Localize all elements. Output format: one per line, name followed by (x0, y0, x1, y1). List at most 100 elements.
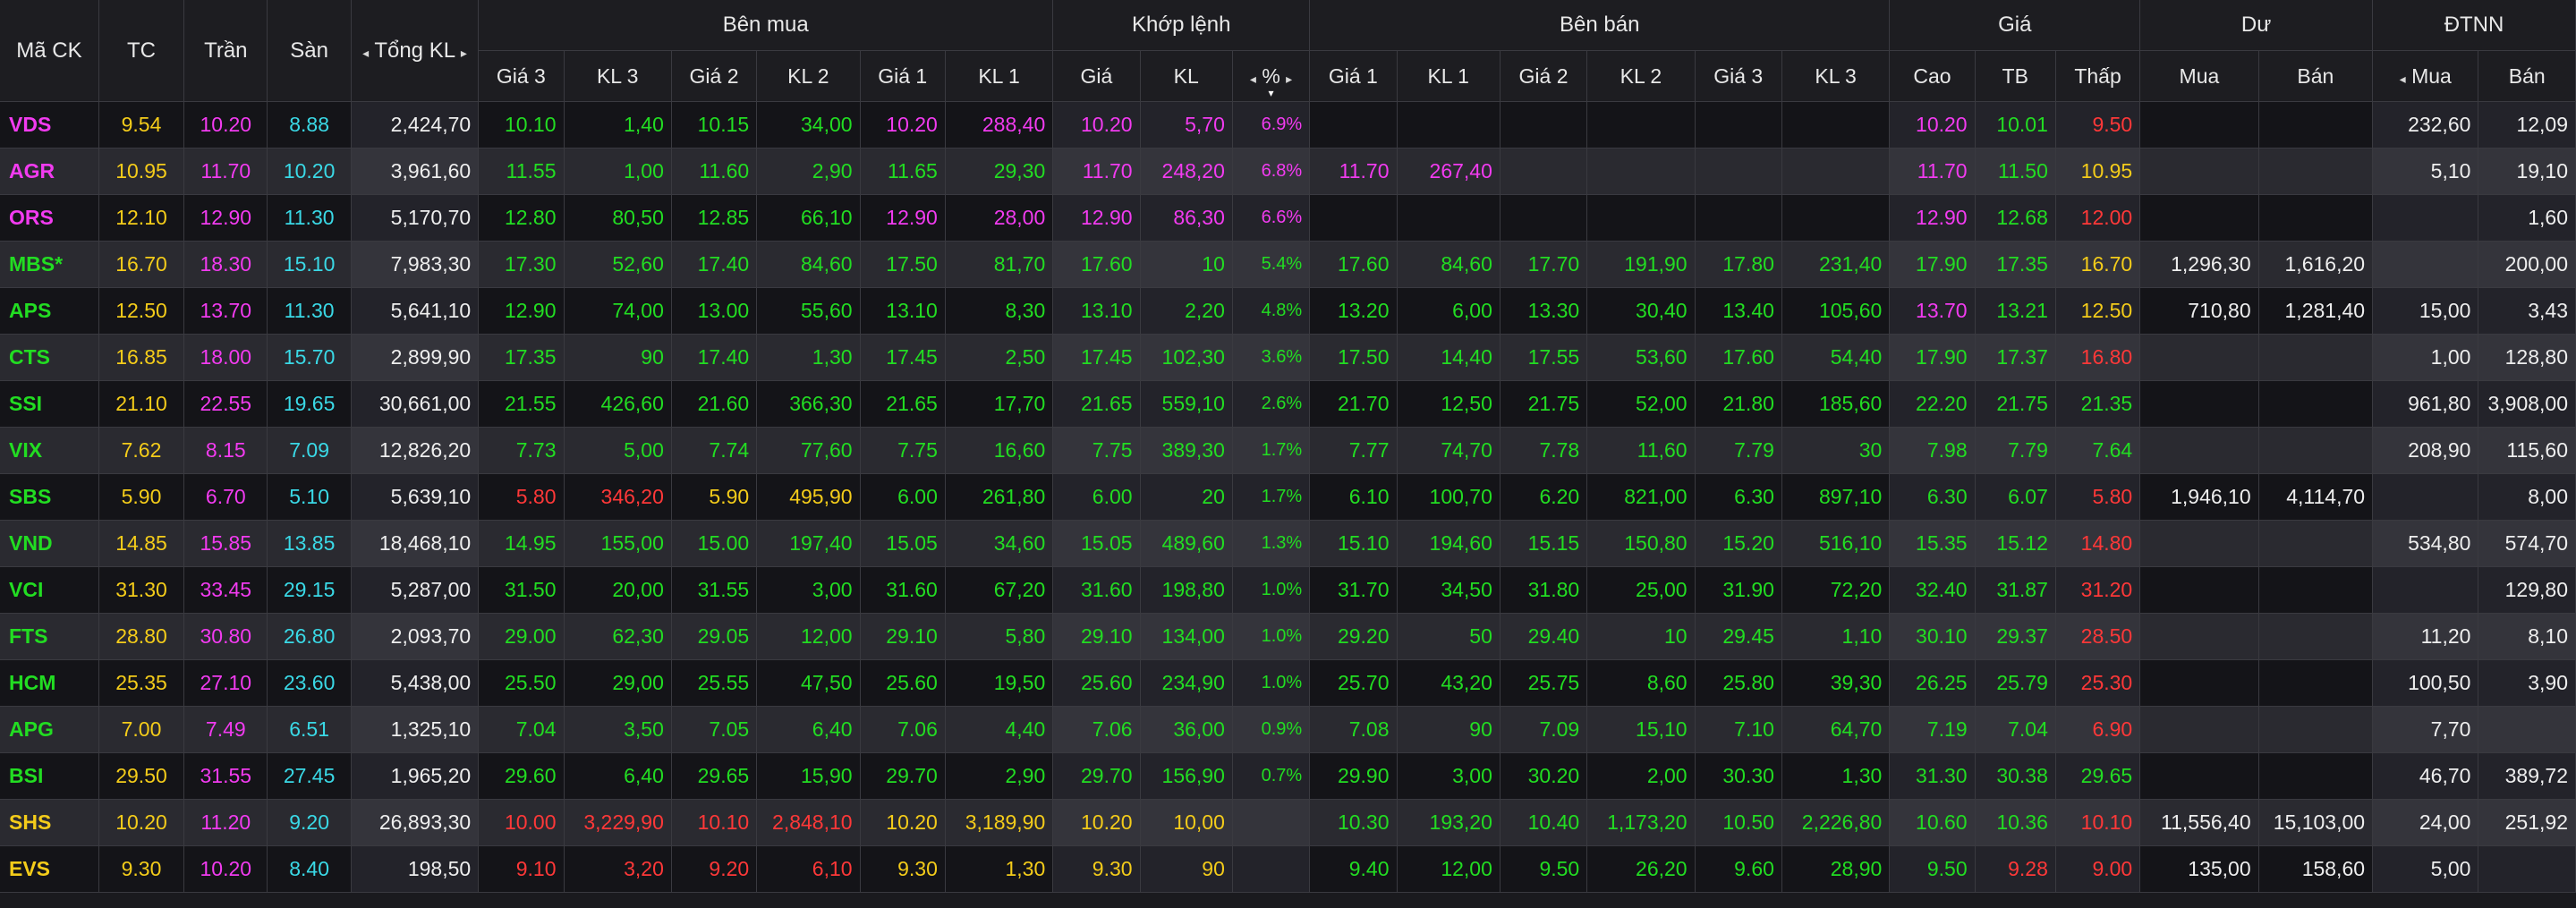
bid-cell[interactable]: 12,00 (756, 613, 861, 660)
bid-cell[interactable]: 17,70 (945, 380, 1054, 428)
header-buy-col[interactable]: KL 2 (756, 50, 861, 102)
header-sell-col[interactable]: KL 3 (1781, 50, 1891, 102)
ask-cell[interactable] (1781, 101, 1891, 149)
ask-cell[interactable]: 9.40 (1309, 845, 1398, 893)
symbol-cell[interactable]: CTS (0, 334, 99, 381)
ask-cell[interactable]: 52,00 (1586, 380, 1696, 428)
ask-cell[interactable]: 1,10 (1781, 613, 1891, 660)
table-row[interactable]: APS 12.50 13.70 11.30 5,641,10 12.90 74,00 13.0… (0, 287, 2576, 335)
ask-cell[interactable]: 10.40 (1500, 799, 1588, 846)
ask-cell[interactable]: 10.30 (1309, 799, 1398, 846)
bid-cell[interactable]: 29.70 (860, 752, 946, 800)
header-floor[interactable]: Sàn (267, 0, 352, 102)
ask-cell[interactable]: 25.75 (1500, 659, 1588, 707)
bid-cell[interactable]: 6,40 (564, 752, 672, 800)
table-row[interactable]: EVS 9.30 10.20 8.40 198,50 9.10 3,20 9.20 6,10 9.… (0, 845, 2576, 893)
header-match-col[interactable]: ◂ % ▸ ▾ (1232, 50, 1311, 102)
ask-cell[interactable] (1586, 148, 1696, 195)
ask-cell[interactable]: 191,90 (1586, 241, 1696, 288)
ask-cell[interactable]: 25,00 (1586, 566, 1696, 614)
bid-cell[interactable]: 3,229,90 (564, 799, 672, 846)
bid-cell[interactable]: 17.30 (478, 241, 565, 288)
ask-cell[interactable]: 43,20 (1397, 659, 1501, 707)
bid-cell[interactable]: 17.40 (671, 334, 758, 381)
symbol-cell[interactable]: BSI (0, 752, 99, 800)
bid-cell[interactable]: 7.74 (671, 427, 758, 474)
ask-cell[interactable]: 2,00 (1586, 752, 1696, 800)
ask-cell[interactable] (1695, 101, 1782, 149)
ask-cell[interactable]: 54,40 (1781, 334, 1891, 381)
ask-cell[interactable]: 7.09 (1500, 706, 1588, 753)
header-price-col[interactable]: Cao (1889, 50, 1976, 102)
ask-cell[interactable]: 17.55 (1500, 334, 1588, 381)
ask-cell[interactable]: 17.60 (1309, 241, 1398, 288)
bid-cell[interactable]: 2,848,10 (756, 799, 861, 846)
ask-cell[interactable]: 29.40 (1500, 613, 1588, 660)
bid-cell[interactable]: 12.80 (478, 194, 565, 242)
ask-cell[interactable]: 6,00 (1397, 287, 1501, 335)
header-ref[interactable]: TC (98, 0, 185, 102)
header-remain-col[interactable]: Mua (2139, 50, 2259, 102)
bid-cell[interactable]: 34,00 (756, 101, 861, 149)
ask-cell[interactable]: 12,50 (1397, 380, 1501, 428)
header-match-col[interactable]: Giá (1052, 50, 1141, 102)
bid-cell[interactable]: 1,00 (564, 148, 672, 195)
ask-cell[interactable] (1695, 148, 1782, 195)
bid-cell[interactable]: 21.60 (671, 380, 758, 428)
bid-cell[interactable]: 29.05 (671, 613, 758, 660)
bid-cell[interactable]: 6.00 (860, 473, 946, 521)
ask-cell[interactable]: 53,60 (1586, 334, 1696, 381)
ask-cell[interactable]: 100,70 (1397, 473, 1501, 521)
ask-cell[interactable]: 897,10 (1781, 473, 1891, 521)
header-symbol[interactable]: Mã CK (0, 0, 99, 102)
bid-cell[interactable]: 261,80 (945, 473, 1054, 521)
scroll-right-icon[interactable]: ▸ (461, 46, 467, 60)
ask-cell[interactable]: 34,50 (1397, 566, 1501, 614)
bid-cell[interactable]: 15.05 (860, 520, 946, 567)
bid-cell[interactable]: 288,40 (945, 101, 1054, 149)
bid-cell[interactable]: 90 (564, 334, 672, 381)
ask-cell[interactable]: 31.80 (1500, 566, 1588, 614)
ask-cell[interactable]: 13.20 (1309, 287, 1398, 335)
ask-cell[interactable]: 7.10 (1695, 706, 1782, 753)
ask-cell[interactable]: 74,70 (1397, 427, 1501, 474)
header-sell-col[interactable]: Giá 3 (1695, 50, 1782, 102)
bid-cell[interactable]: 10.20 (860, 101, 946, 149)
ask-cell[interactable]: 30 (1781, 427, 1891, 474)
header-buy-col[interactable]: KL 1 (945, 50, 1054, 102)
bid-cell[interactable]: 7.75 (860, 427, 946, 474)
ask-cell[interactable] (1500, 101, 1588, 149)
bid-cell[interactable]: 1,30 (945, 845, 1054, 893)
bid-cell[interactable]: 197,40 (756, 520, 861, 567)
ask-cell[interactable]: 14,40 (1397, 334, 1501, 381)
bid-cell[interactable]: 6,10 (756, 845, 861, 893)
ask-cell[interactable]: 84,60 (1397, 241, 1501, 288)
table-row[interactable]: SBS 5.90 6.70 5.10 5,639,10 5.80 346,20 5.90 495… (0, 473, 2576, 521)
bid-cell[interactable]: 495,90 (756, 473, 861, 521)
bid-cell[interactable]: 17.40 (671, 241, 758, 288)
symbol-cell[interactable]: VND (0, 520, 99, 567)
table-row[interactable]: APG 7.00 7.49 6.51 1,325,10 7.04 3,50 7.05 6,40 7… (0, 706, 2576, 753)
table-row[interactable]: AGR 10.95 11.70 10.20 3,961,60 11.55 1,00 11.60… (0, 148, 2576, 195)
bid-cell[interactable]: 74,00 (564, 287, 672, 335)
bid-cell[interactable]: 15.00 (671, 520, 758, 567)
bid-cell[interactable]: 2,90 (945, 752, 1054, 800)
ask-cell[interactable]: 821,00 (1586, 473, 1696, 521)
ask-cell[interactable]: 6.30 (1695, 473, 1782, 521)
bid-cell[interactable]: 5,80 (945, 613, 1054, 660)
ask-cell[interactable] (1309, 101, 1398, 149)
symbol-cell[interactable]: EVS (0, 845, 99, 893)
header-ceiling[interactable]: Trần (183, 0, 268, 102)
ask-cell[interactable]: 90 (1397, 706, 1501, 753)
ask-cell[interactable]: 25.80 (1695, 659, 1782, 707)
bid-cell[interactable]: 2,50 (945, 334, 1054, 381)
ask-cell[interactable]: 1,173,20 (1586, 799, 1696, 846)
bid-cell[interactable]: 6,40 (756, 706, 861, 753)
ask-cell[interactable]: 194,60 (1397, 520, 1501, 567)
header-remain-col[interactable]: Bán (2258, 50, 2374, 102)
bid-cell[interactable]: 8,30 (945, 287, 1054, 335)
ask-cell[interactable]: 15.15 (1500, 520, 1588, 567)
bid-cell[interactable]: 3,00 (756, 566, 861, 614)
bid-cell[interactable]: 31.50 (478, 566, 565, 614)
ask-cell[interactable] (1695, 194, 1782, 242)
